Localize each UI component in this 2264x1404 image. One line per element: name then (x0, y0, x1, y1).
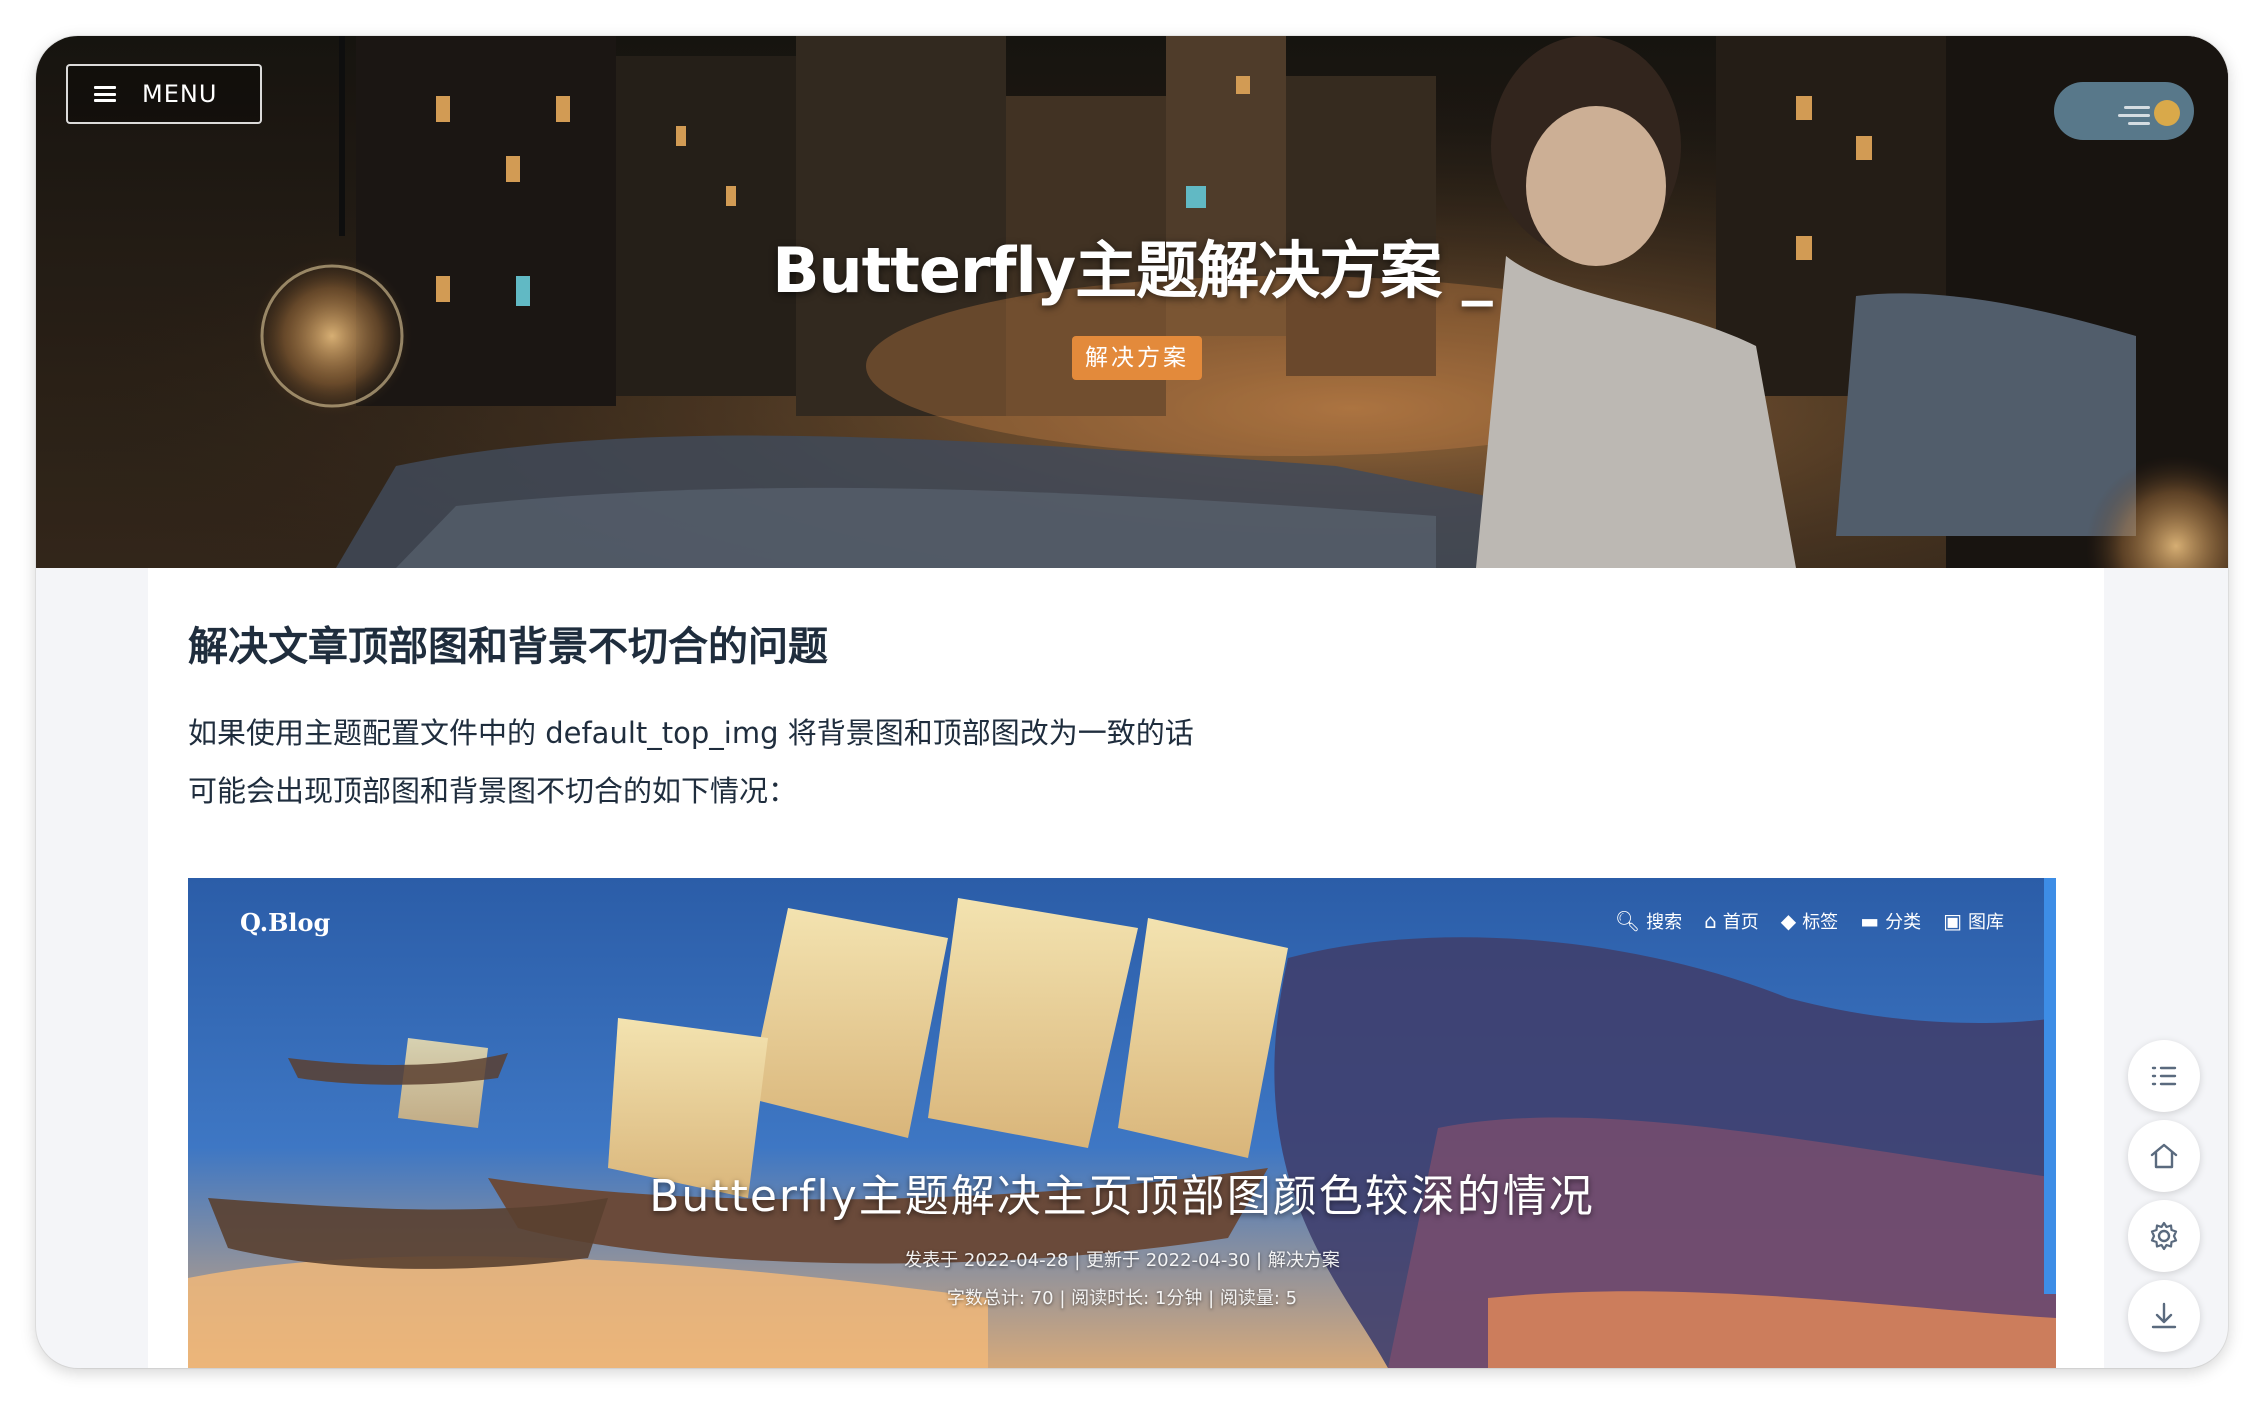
article-card: 解决文章顶部图和背景不切合的问题 如果使用主题配置文件中的 default_to… (148, 568, 2104, 1368)
paragraph-line-2: 可能会出现顶部图和背景图不切合的如下情况： (188, 774, 798, 808)
blog-logo: Q.Blog (240, 908, 331, 937)
image-icon: ▣ (1943, 909, 1962, 933)
theme-toggle[interactable] (2054, 82, 2194, 140)
nav-home: ⌂ 首页 (1704, 908, 1759, 934)
toc-icon (2151, 1066, 2177, 1086)
browser-frame: MENU Butterfly主题解决方案 _ 解决方案 解决文章顶部图和背景不切… (36, 36, 2228, 1368)
gear-icon (2150, 1221, 2178, 1251)
menu-label: MENU (142, 80, 218, 108)
scroll-accent-bar (2044, 878, 2056, 1294)
category-tag[interactable]: 解决方案 (1072, 336, 1202, 380)
download-icon (2151, 1302, 2177, 1329)
settings-button[interactable] (2128, 1200, 2200, 1272)
home-button[interactable] (2128, 1120, 2200, 1192)
nav-label: 首页 (1722, 912, 1759, 933)
embedded-screenshot: Q.Blog 🔍︎ 搜索 ⌂ 首页 ◆ 标签 ▬ 分类 ▣ 图库 Butterfly主题解… (188, 878, 2056, 1368)
post-title: Butterfly主题解决方案 _ (772, 234, 1493, 307)
search-icon: 🔍︎ (1614, 909, 1641, 933)
nav-label: 标签 (1802, 912, 1839, 933)
toc-button[interactable] (2128, 1040, 2200, 1112)
nav-label: 搜索 (1646, 912, 1683, 933)
nav-search: 🔍︎ 搜索 (1615, 908, 1682, 934)
screenshot-nav: 🔍︎ 搜索 ⌂ 首页 ◆ 标签 ▬ 分类 ▣ 图库 (1615, 908, 2004, 934)
scroll-down-button[interactable] (2128, 1280, 2200, 1352)
menu-button[interactable]: MENU (66, 64, 262, 124)
toggle-streak-icon (2128, 122, 2150, 125)
home-icon (2150, 1143, 2178, 1169)
screenshot-title: Butterfly主题解决主页顶部图颜色较深的情况 (649, 1171, 1595, 1222)
page-header: MENU Butterfly主题解决方案 _ 解决方案 (36, 36, 2228, 568)
nav-tags: ◆ 标签 (1781, 908, 1838, 934)
hamburger-icon (94, 86, 116, 102)
screenshot-meta-1: 发表于 2022-04-28 | 更新于 2022-04-30 | 解决方案 (904, 1250, 1340, 1271)
home-icon: ⌂ (1704, 909, 1717, 933)
tag-icon: ◆ (1780, 909, 1797, 933)
section-heading: 解决文章顶部图和背景不切合的问题 (188, 624, 828, 670)
paragraph-line-1: 如果使用主题配置文件中的 default_top_img 将背景图和顶部图改为一… (188, 716, 1194, 750)
folder-icon: ▬ (1860, 909, 1880, 933)
nav-categories: ▬ 分类 (1860, 908, 1921, 934)
sun-icon (2154, 100, 2180, 126)
toggle-streak-icon (2124, 106, 2150, 109)
nav-label: 图库 (1968, 912, 2004, 933)
toggle-streak-icon (2118, 114, 2150, 117)
nav-label: 分类 (1885, 912, 1922, 933)
nav-gallery: ▣ 图库 (1943, 908, 2004, 934)
screenshot-meta-2: 字数总计: 70 | 阅读时长: 1分钟 | 阅读量: 5 (946, 1288, 1298, 1309)
